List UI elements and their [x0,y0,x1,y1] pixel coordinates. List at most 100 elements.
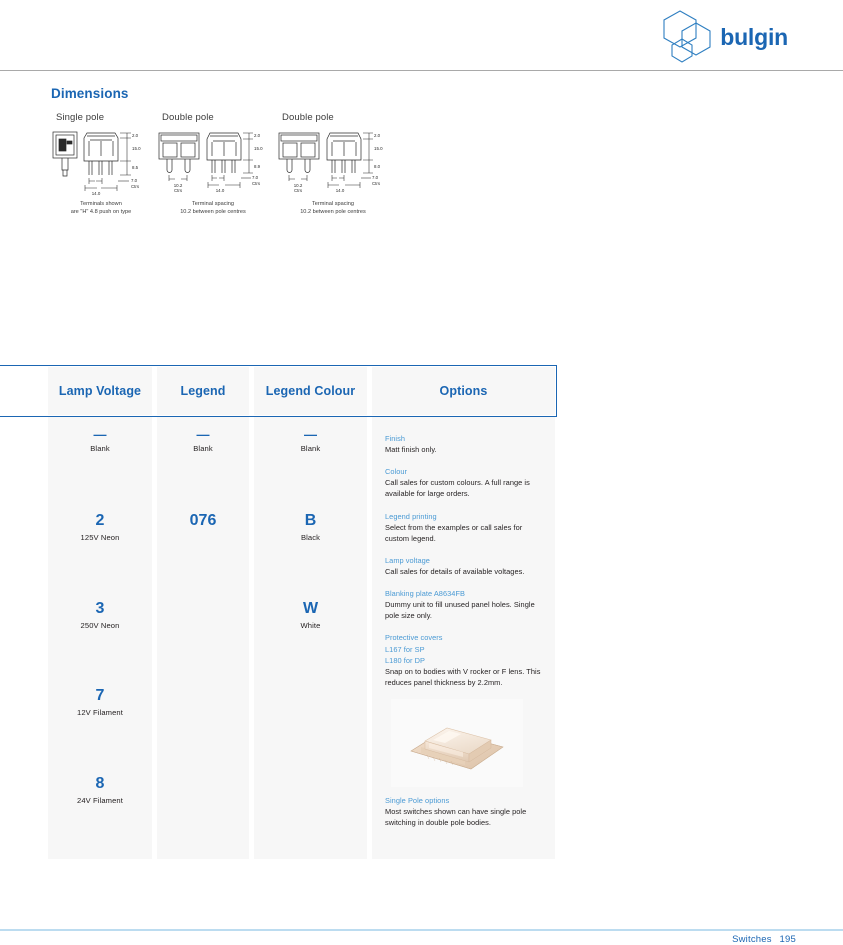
option-group-title-line3: L180 for DP [385,655,545,666]
column-options: Finish Matt finish only. Colour Call sal… [372,417,555,859]
measure-pin: 7.0 [131,178,138,183]
measure-pin-note: Ctrs [131,184,140,189]
diagram-title: Double pole [162,112,269,123]
option-code: 076 [157,512,249,530]
measure-spacing-note: Ctrs [174,188,183,193]
caption-line-2: are "H" 4.8 push on type [51,208,151,216]
measure-top: 2.0 [132,133,139,138]
option-group-body: Snap on to bodies with V rocker or F len… [385,666,545,688]
option-desc: Black [254,533,367,542]
column-header-legend: Legend [157,367,249,415]
dimensions-diagram-row: Single pole [0,112,843,242]
measure-low: 8.0 [374,164,381,169]
brand-name: bulgin [720,26,788,49]
column-header-legend-colour: Legend Colour [254,367,367,415]
dimensions-title: Dimensions [51,86,129,101]
option-group-body: Dummy unit to fill unused panel holes. S… [385,599,545,621]
option-desc: 125V Neon [48,533,152,542]
option-code: — [48,429,152,441]
option-group-body: Call sales for custom colours. A full ra… [385,477,545,499]
caption-line-1: Terminals shown [51,200,151,208]
dimension-diagram-double-pole-b: Double pole [277,112,389,216]
option-group-body: Call sales for details of available volt… [385,566,545,577]
option-group-title: Blanking plate A8634FB [385,588,545,599]
column-lamp-voltage: — Blank 2 125V Neon 3 250V Neon 7 12V Fi… [48,417,152,859]
option-group-title-line2: L167 for SP [385,644,545,655]
legend-colour-option-blank[interactable]: — Blank [254,429,367,453]
column-header-options: Options [372,367,555,415]
option-group-legend-printing: Legend printing Select from the examples… [385,511,545,544]
option-group-body: Matt finish only. [385,444,545,455]
measure-pin-note: Ctrs [372,181,381,186]
legend-colour-option-white[interactable]: W White [254,600,367,630]
option-group-single-pole-options: Single Pole options Most switches shown … [385,795,545,828]
diagram-caption: Terminal spacing 10.2 between pole centr… [277,200,389,216]
brand-logo: bulgin [660,9,788,65]
option-code: — [157,429,249,441]
option-code: 3 [48,600,152,618]
measure-width: 14.0 [216,188,225,193]
option-group-lamp-voltage: Lamp voltage Call sales for details of a… [385,555,545,577]
measure-top: 2.0 [254,133,261,138]
column-legend: — Blank 076 [157,417,249,859]
measure-low: 8.5 [132,165,139,170]
caption-line-1: Terminal spacing [277,200,389,208]
footer-page-number: 195 [780,934,796,945]
caption-line-2: 10.2 between pole centres [277,208,389,216]
diagram-caption: Terminals shown are "H" 4.8 push on type [51,200,151,216]
option-desc: White [254,621,367,630]
measure-mid: 15.0 [132,146,141,151]
header-divider [0,70,843,71]
lamp-voltage-option-blank[interactable]: — Blank [48,429,152,453]
column-header-lamp-voltage: Lamp Voltage [48,367,152,415]
lamp-voltage-option-2[interactable]: 2 125V Neon [48,512,152,542]
dimension-diagram-single-pole: Single pole [51,112,155,216]
measure-width: 14.0 [92,191,101,196]
legend-option-blank[interactable]: — Blank [157,429,249,453]
measure-pin-note: Ctrs [252,181,261,186]
measure-top: 2.0 [374,133,381,138]
option-group-protective-covers: Protective covers L167 for SP L180 for D… [385,632,545,688]
option-group-title: Colour [385,466,545,477]
option-desc: 250V Neon [48,621,152,630]
hexagon-logo-icon [660,9,718,65]
option-group-body: Most switches shown can have single pole… [385,806,545,828]
option-code: B [254,512,367,530]
legend-colour-option-black[interactable]: B Black [254,512,367,542]
single-pole-switch-drawing: 2.0 15.0 8.5 7.0 Ctrs 14.0 [51,128,155,196]
caption-line-1: Terminal spacing [157,200,269,208]
specification-table: Lamp Voltage Legend Legend Colour Option… [0,365,557,867]
measure-mid: 15.0 [374,146,383,151]
lamp-voltage-option-8[interactable]: 8 24V Filament [48,775,152,805]
table-header-row: Lamp Voltage Legend Legend Colour Option… [0,365,557,417]
option-group-title: Single Pole options [385,795,545,806]
footer-label: Switches [732,934,772,945]
option-group-finish: Finish Matt finish only. [385,433,545,455]
page-header: bulgin [0,0,843,71]
table-body: — Blank 2 125V Neon 3 250V Neon 7 12V Fi… [0,417,557,867]
option-group-title: Lamp voltage [385,555,545,566]
lamp-voltage-option-3[interactable]: 3 250V Neon [48,600,152,630]
measure-pin: 7.0 [252,175,259,180]
double-pole-switch-drawing-b: 2.0 15.0 8.0 7.0 Ctrs 10.2 Ctrs 14.0 [277,128,389,196]
table-header-spacer [0,367,48,415]
measure-mid: 15.0 [254,146,263,151]
option-code: — [254,429,367,441]
option-group-title: Legend printing [385,511,545,522]
protective-cover-photo [391,699,523,787]
option-desc: 12V Filament [48,708,152,717]
diagram-title: Single pole [56,112,155,123]
option-group-body: Select from the examples or call sales f… [385,522,545,544]
dimension-diagram-double-pole-a: Double pole [157,112,269,216]
option-group-title: Protective covers [385,632,545,643]
option-code: W [254,600,367,618]
diagram-caption: Terminal spacing 10.2 between pole centr… [157,200,269,216]
option-desc: Blank [254,444,367,453]
option-desc: Blank [48,444,152,453]
lamp-voltage-option-7[interactable]: 7 12V Filament [48,687,152,717]
footer-divider [0,929,843,931]
option-code: 8 [48,775,152,793]
page-footer: Switches 195 [732,934,796,945]
double-pole-switch-drawing-a: 2.0 15.0 8.9 7.0 Ctrs 10.2 Ctrs 14.0 [157,128,269,196]
legend-option-076[interactable]: 076 [157,512,249,530]
